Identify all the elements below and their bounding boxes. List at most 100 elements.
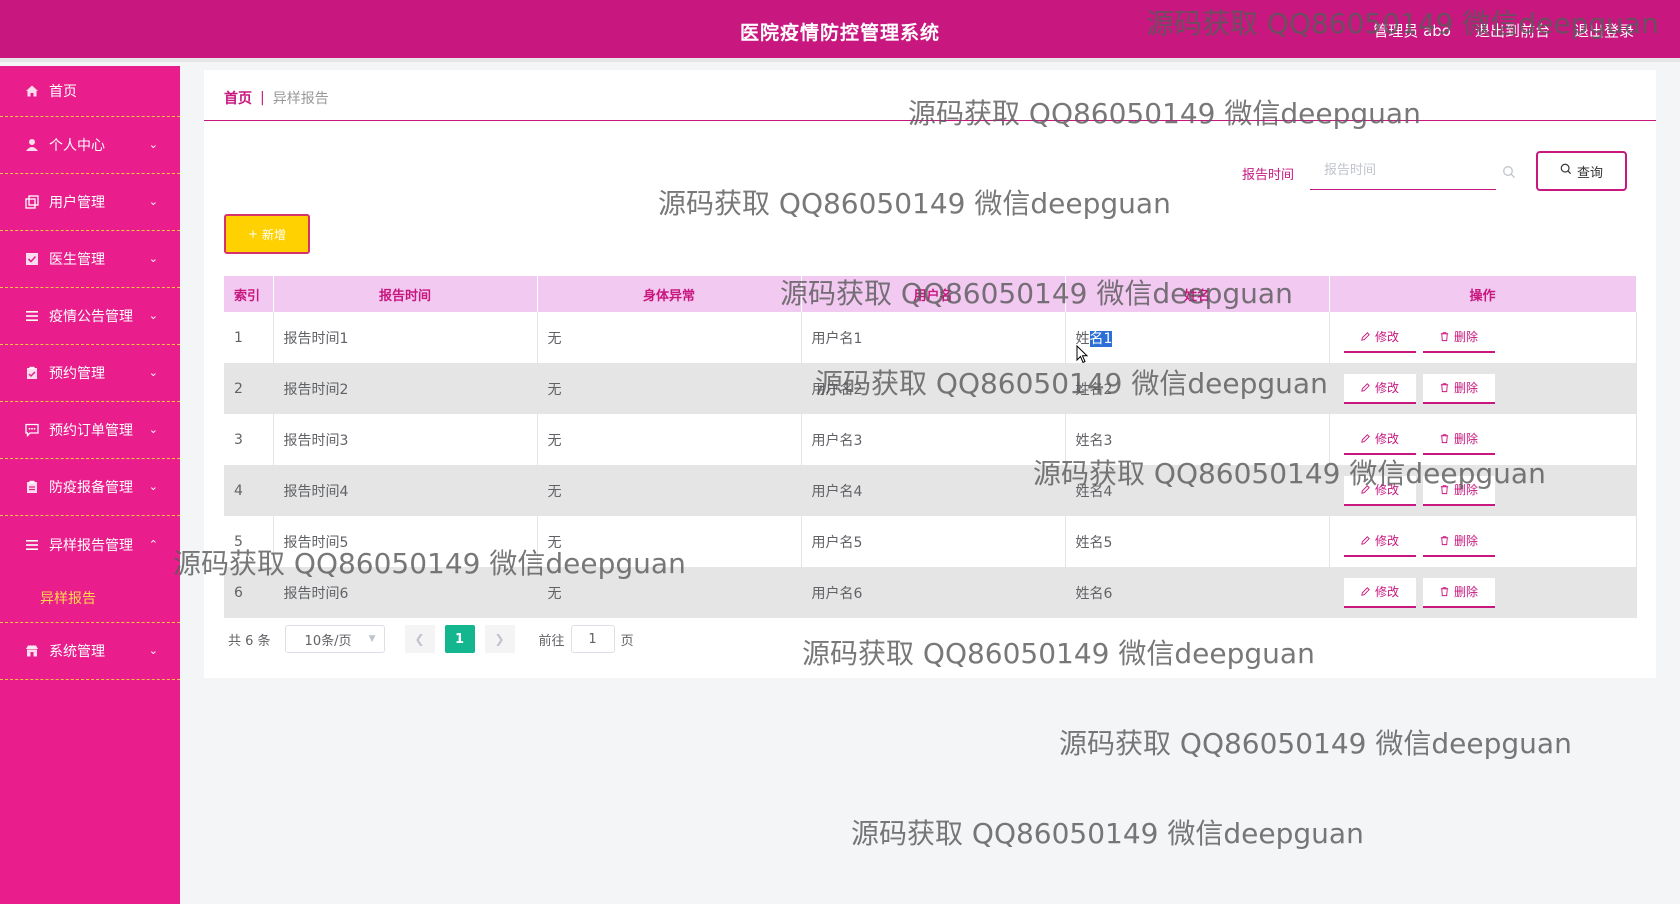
edit-icon — [1360, 586, 1371, 597]
add-button[interactable]: + 新增 — [224, 214, 310, 254]
edit-button[interactable]: 修改 — [1343, 475, 1416, 506]
sidebar-item-home[interactable]: 首页 — [0, 66, 180, 117]
cell-report-time: 报告时间1 — [273, 312, 538, 363]
delete-button-label: 删除 — [1453, 483, 1478, 497]
checkbox-icon — [24, 251, 40, 267]
delete-button-label: 删除 — [1453, 381, 1478, 395]
cell-report-time: 报告时间6 — [273, 567, 538, 618]
breadcrumb-current: 异样报告 — [272, 91, 329, 107]
page-size-select[interactable]: 10条/页 ▼ — [284, 625, 385, 653]
sidebar-item-label: 预约订单管理 — [49, 423, 133, 439]
edit-icon — [1360, 484, 1371, 495]
sidebar-item-label: 系统管理 — [49, 644, 105, 660]
pagination: 共 6 条 10条/页 ▼ ❮ 1 ❯ 前往 页 — [228, 624, 634, 654]
prev-page-button[interactable]: ❮ — [404, 625, 435, 653]
column-header-index: 索引 — [224, 276, 274, 312]
table-row: 4 报告时间4 无用户名4 姓名4 修改 删除 — [224, 465, 1637, 516]
sidebar-item-epidemic-reports[interactable]: 防疫报备管理 ⌄ — [0, 459, 180, 516]
chevron-down-icon: ▼ — [368, 634, 376, 644]
home-icon — [24, 83, 40, 99]
sidebar-item-profile[interactable]: 个人中心 ⌄ — [0, 117, 180, 174]
search-icon — [1502, 164, 1516, 178]
top-header: 医院疫情防控管理系统 管理员 abo 退出到前台 退出登录 — [0, 0, 1680, 62]
table-row: 5 报告时间5 无用户名5 姓名5 修改 删除 — [224, 516, 1637, 567]
sidebar-item-abnormal-reports[interactable]: 异样报告管理 ⌃ — [0, 516, 180, 573]
cell-username: 用户名5 — [801, 516, 1066, 567]
sidebar-subitem-abnormal-report[interactable]: 异样报告 — [0, 573, 180, 623]
delete-button-label: 删除 — [1453, 585, 1478, 599]
goto-page-input[interactable] — [570, 625, 615, 653]
cell-username: 用户名2 — [801, 363, 1066, 414]
chevron-up-icon: ⌃ — [148, 537, 158, 551]
column-header-abnormal: 身体异常 — [537, 276, 802, 312]
next-page-button[interactable]: ❯ — [484, 625, 515, 653]
table-row: 2 报告时间2 无用户名2 姓名2 修改 删除 — [224, 363, 1637, 414]
logout-link[interactable]: 退出登录 — [1574, 20, 1634, 41]
cell-abnormal: 无 — [537, 567, 802, 618]
delete-button[interactable]: 删除 — [1422, 322, 1495, 353]
delete-button[interactable]: 删除 — [1422, 373, 1495, 404]
edit-button-label: 修改 — [1374, 585, 1399, 599]
sidebar-item-announcements[interactable]: 疫情公告管理 ⌄ — [0, 288, 180, 345]
edit-button[interactable]: 修改 — [1343, 373, 1416, 404]
cell-abnormal: 无 — [537, 465, 802, 516]
edit-button-label: 修改 — [1374, 381, 1399, 395]
delete-button[interactable]: 删除 — [1422, 577, 1495, 608]
edit-icon — [1360, 331, 1371, 342]
cell-index: 4 — [224, 465, 274, 516]
cell-username: 用户名6 — [801, 567, 1066, 618]
search-icon — [1560, 163, 1572, 179]
sidebar-item-doctors[interactable]: 医生管理 ⌄ — [0, 231, 180, 288]
cell-report-time: 报告时间2 — [273, 363, 538, 414]
query-button[interactable]: 查询 — [1536, 151, 1627, 191]
sidebar-item-label: 疫情公告管理 — [49, 309, 133, 325]
cell-name: 姓名4 — [1065, 465, 1330, 516]
chevron-down-icon: ⌄ — [148, 643, 158, 657]
copy-icon — [24, 194, 40, 210]
chevron-down-icon: ⌄ — [148, 194, 158, 208]
chat-icon — [24, 422, 40, 438]
edit-button[interactable]: 修改 — [1343, 424, 1416, 455]
trash-icon — [1439, 382, 1450, 393]
trash-icon — [1439, 586, 1450, 597]
cell-index: 5 — [224, 516, 274, 567]
watermark-text: 源码获取 QQ86050149 微信deepguan — [1059, 727, 1572, 760]
table-row: 3 报告时间3 无用户名3 姓名3 修改 删除 — [224, 414, 1637, 465]
sidebar-item-appointments[interactable]: 预约管理 ⌄ — [0, 345, 180, 402]
page-size-value: 10条/页 — [304, 633, 352, 649]
chevron-down-icon: ⌄ — [148, 479, 158, 493]
edit-button[interactable]: 修改 — [1343, 526, 1416, 557]
cell-actions: 修改 删除 — [1329, 465, 1637, 516]
breadcrumb-home[interactable]: 首页 — [224, 88, 252, 108]
list-icon — [24, 308, 40, 324]
sidebar-item-system[interactable]: 系统管理 ⌄ — [0, 623, 180, 680]
header-actions: 管理员 abo 退出到前台 退出登录 — [1373, 20, 1634, 41]
cell-index: 3 — [224, 414, 274, 465]
cell-username: 用户名3 — [801, 414, 1066, 465]
edit-button[interactable]: 修改 — [1343, 322, 1416, 353]
sidebar: 首页 个人中心 ⌄ 用户管理 ⌄ 医生管理 ⌄ 疫情公告管理 ⌄ 预约管理 ⌄ — [0, 66, 180, 904]
chevron-down-icon: ⌄ — [148, 365, 158, 379]
delete-button[interactable]: 删除 — [1422, 475, 1495, 506]
clipboard-check-icon — [24, 365, 40, 381]
search-input[interactable] — [1310, 152, 1496, 190]
delete-button[interactable]: 删除 — [1422, 526, 1495, 557]
sidebar-item-users[interactable]: 用户管理 ⌄ — [0, 174, 180, 231]
trash-icon — [1439, 331, 1450, 342]
column-header-username: 用户名 — [801, 276, 1066, 312]
goto-label: 前往 — [538, 633, 565, 649]
cell-name: 姓名5 — [1065, 516, 1330, 567]
chevron-down-icon: ⌄ — [148, 308, 158, 322]
column-header-name: 姓名 — [1065, 276, 1330, 312]
cell-actions: 修改 删除 — [1329, 363, 1637, 414]
page-number-current[interactable]: 1 — [444, 625, 475, 653]
breadcrumb-separator: | — [260, 90, 265, 106]
back-to-front-link[interactable]: 退出到前台 — [1475, 20, 1550, 41]
delete-button-label: 删除 — [1453, 534, 1478, 548]
edit-button[interactable]: 修改 — [1343, 577, 1416, 608]
cell-name: 姓名3 — [1065, 414, 1330, 465]
delete-button[interactable]: 删除 — [1422, 424, 1495, 455]
sidebar-item-orders[interactable]: 预约订单管理 ⌄ — [0, 402, 180, 459]
watermark-text: 源码获取 QQ86050149 微信deepguan — [851, 817, 1364, 850]
trash-icon — [1439, 484, 1450, 495]
